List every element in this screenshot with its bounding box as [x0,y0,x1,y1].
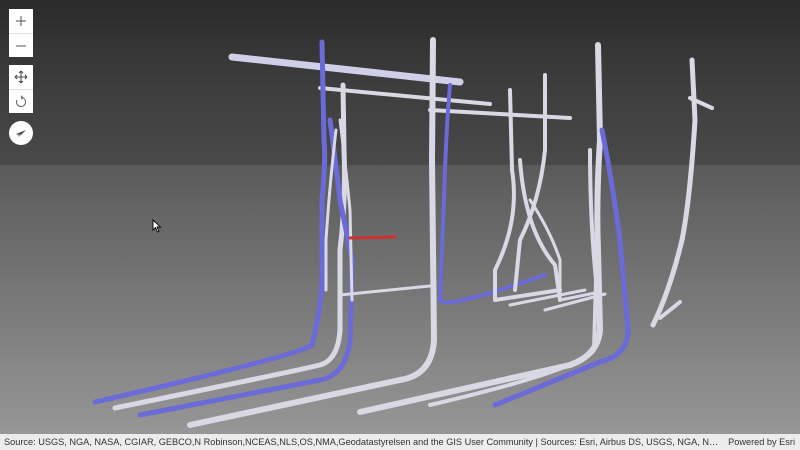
plus-icon [16,16,26,26]
mouse-cursor-icon [152,219,162,233]
pan-button[interactable] [9,65,33,89]
minus-icon [16,44,26,47]
3d-scene-view[interactable] [0,0,800,450]
zoom-out-button[interactable] [9,33,33,57]
compass-icon [16,130,26,137]
view-controls [9,9,33,145]
red-pipe-segment [348,235,397,240]
powered-by-link[interactable]: Powered by Esri [728,434,795,450]
attribution-bar[interactable]: Source: USGS, NGA, NASA, CGIAR, GEBCO,N … [0,434,800,450]
attribution-text: Source: USGS, NGA, NASA, CGIAR, GEBCO,N … [4,437,722,447]
compass-button[interactable] [9,121,33,145]
rotate-button[interactable] [9,89,33,113]
rotate-icon [16,94,27,107]
zoom-in-button[interactable] [9,9,33,33]
pan-arrows-icon [14,70,28,84]
terrain-background [0,0,800,170]
